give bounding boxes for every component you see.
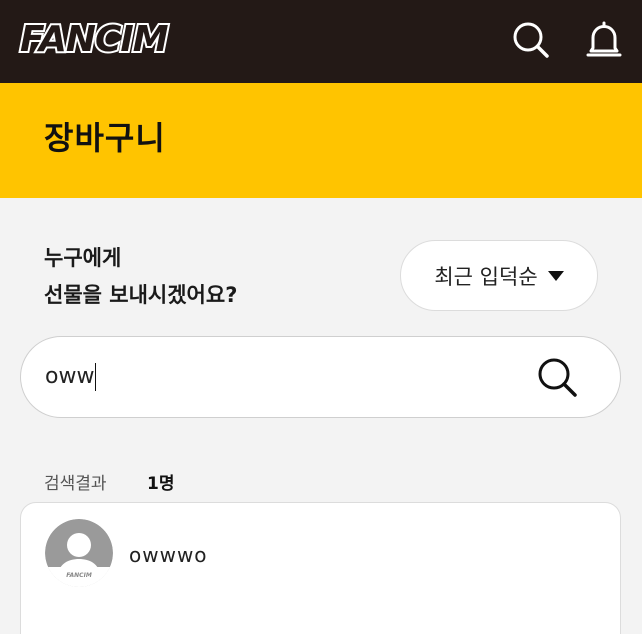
sort-dropdown[interactable]: 최근 입덕순 bbox=[400, 240, 598, 311]
page-title: 장바구니 bbox=[44, 119, 166, 157]
avatar-badge-text: FANCIM bbox=[66, 572, 92, 579]
text-caret bbox=[95, 363, 97, 391]
user-name: owwwo bbox=[129, 543, 208, 567]
recipient-question: 누구에게 선물을 보내시겠어요? bbox=[44, 240, 237, 314]
search-input-value: oww bbox=[45, 364, 95, 389]
result-label: 검색결과 bbox=[44, 474, 107, 494]
top-bar: FANCIM bbox=[0, 0, 642, 83]
fancim-logo[interactable]: FANCIM bbox=[18, 14, 171, 64]
result-count: 1명 bbox=[147, 474, 175, 494]
user-avatar[interactable]: FANCIM bbox=[45, 519, 113, 587]
sort-label: 최근 입덕순 bbox=[434, 264, 538, 289]
search-icon[interactable] bbox=[511, 20, 551, 60]
result-card[interactable]: FANCIM owwwo bbox=[20, 502, 621, 634]
bell-icon[interactable] bbox=[584, 20, 624, 60]
caret-down-icon bbox=[547, 270, 564, 281]
search-box[interactable]: oww bbox=[20, 336, 621, 418]
search-submit-icon[interactable] bbox=[535, 355, 581, 401]
search-input[interactable]: oww bbox=[45, 363, 97, 391]
question-line-1: 누구에게 bbox=[44, 246, 122, 270]
question-line-2: 선물을 보내시겠어요? bbox=[44, 283, 238, 307]
logo-text: FANCIM bbox=[18, 17, 171, 62]
